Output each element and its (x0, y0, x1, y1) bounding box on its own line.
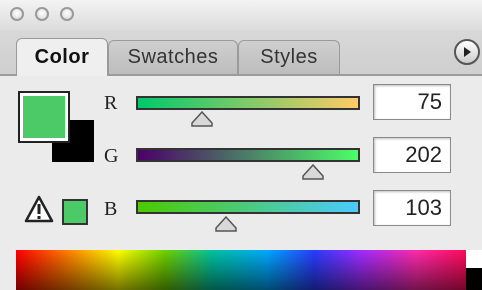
blue-slider-track[interactable] (136, 200, 360, 214)
tab-swatches[interactable]: Swatches (108, 40, 238, 74)
blue-channel-label: B (104, 198, 118, 220)
tab-color[interactable]: Color (16, 38, 108, 76)
color-spectrum-ramp[interactable] (16, 250, 482, 290)
tab-color-label: Color (34, 46, 90, 68)
gamut-correction-swatch[interactable] (62, 199, 88, 225)
panel-menu-button[interactable] (454, 39, 480, 65)
close-window-button[interactable] (10, 7, 24, 21)
black-swatch[interactable] (466, 268, 482, 290)
red-channel-label: R (104, 92, 118, 114)
color-panel: Color Swatches Styles R 75 G 202 B 103 (0, 0, 482, 290)
tab-swatches-label: Swatches (127, 46, 219, 68)
green-channel-label: G (104, 145, 119, 167)
tab-styles-label: Styles (260, 46, 318, 68)
green-value-field[interactable]: 202 (373, 137, 451, 173)
green-slider-track[interactable] (136, 148, 360, 162)
window-titlebar (0, 0, 482, 30)
tab-strip: Color Swatches Styles (0, 30, 482, 76)
gamut-warning-icon[interactable] (24, 195, 54, 228)
red-value-field[interactable]: 75 (373, 84, 451, 120)
tab-styles[interactable]: Styles (238, 40, 340, 74)
right-arrow-icon (464, 47, 471, 57)
blue-value-field[interactable]: 103 (373, 190, 451, 226)
zoom-window-button[interactable] (60, 7, 74, 21)
minimize-window-button[interactable] (35, 7, 49, 21)
red-slider-track[interactable] (136, 96, 360, 110)
foreground-color-swatch[interactable] (18, 91, 70, 143)
white-swatch[interactable] (466, 250, 482, 268)
black-white-ramp-swatches[interactable] (466, 250, 482, 290)
